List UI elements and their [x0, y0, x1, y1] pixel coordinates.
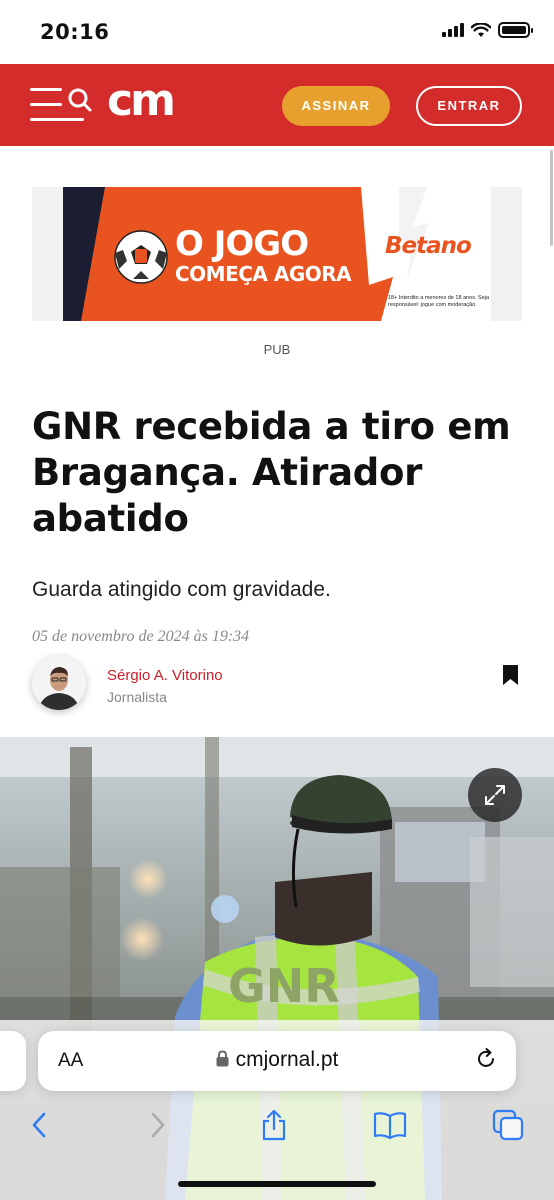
ad-banner[interactable]: O JOGO COMEÇA AGORA Betano 18+ Interdito…	[32, 187, 522, 321]
author-name[interactable]: Sérgio A. Vitorino	[107, 667, 223, 684]
home-indicator[interactable]	[178, 1181, 376, 1187]
scrollbar[interactable]	[550, 150, 553, 246]
article-date: 05 de novembro de 2024 às 19:34	[32, 628, 250, 645]
chevron-right-icon	[151, 1112, 165, 1138]
book-icon	[373, 1112, 407, 1139]
bookmark-icon[interactable]	[502, 664, 519, 686]
expand-icon	[485, 785, 505, 805]
signal-icon	[442, 23, 464, 37]
back-button[interactable]	[22, 1108, 56, 1142]
chevron-left-icon	[32, 1112, 46, 1138]
share-button[interactable]	[257, 1108, 291, 1142]
menu-search-icon[interactable]	[30, 86, 92, 124]
url-text: cmjornal.pt	[235, 1048, 339, 1071]
author-photo	[32, 656, 86, 710]
status-time: 20:16	[40, 20, 110, 44]
forward-button[interactable]	[141, 1108, 175, 1142]
address-bar[interactable]: AA cmjornal.pt	[38, 1031, 516, 1091]
ad-headline: O JOGO	[175, 224, 309, 264]
tabs-button[interactable]	[491, 1108, 525, 1142]
status-icons	[442, 22, 533, 38]
bookmarks-button[interactable]	[373, 1108, 407, 1142]
ad-label: PUB	[263, 342, 291, 357]
lock-icon	[216, 1050, 229, 1067]
article-subtitle: Guarda atingido com gravidade.	[32, 578, 331, 601]
login-button[interactable]: ENTRAR	[416, 86, 522, 126]
author-avatar[interactable]	[32, 656, 86, 710]
ad-disclaimer: 18+ Interdito a menores de 18 anos. Seja…	[388, 295, 490, 308]
reload-icon[interactable]	[474, 1047, 498, 1071]
share-icon	[262, 1109, 286, 1141]
expand-image-button[interactable]	[468, 768, 522, 822]
site-logo[interactable]: cm	[107, 79, 176, 123]
ad-brand: Betano	[385, 233, 472, 259]
battery-icon	[498, 22, 533, 38]
subscribe-button[interactable]: ASSINAR	[282, 86, 390, 126]
hero-vest-text: GNR	[228, 959, 340, 1013]
author-role: Jornalista	[107, 689, 167, 705]
site-header: cm ASSINAR ENTRAR	[0, 64, 554, 146]
article-headline: GNR recebida a tiro em Bragança. Atirado…	[32, 405, 511, 540]
ad-subheadline: COMEÇA AGORA	[175, 262, 352, 286]
status-bar: 20:16	[0, 0, 554, 64]
previous-tab-preview[interactable]	[0, 1031, 26, 1091]
tabs-icon	[492, 1109, 524, 1141]
url-display[interactable]: cmjornal.pt	[38, 1048, 516, 1072]
wifi-icon	[471, 22, 491, 37]
